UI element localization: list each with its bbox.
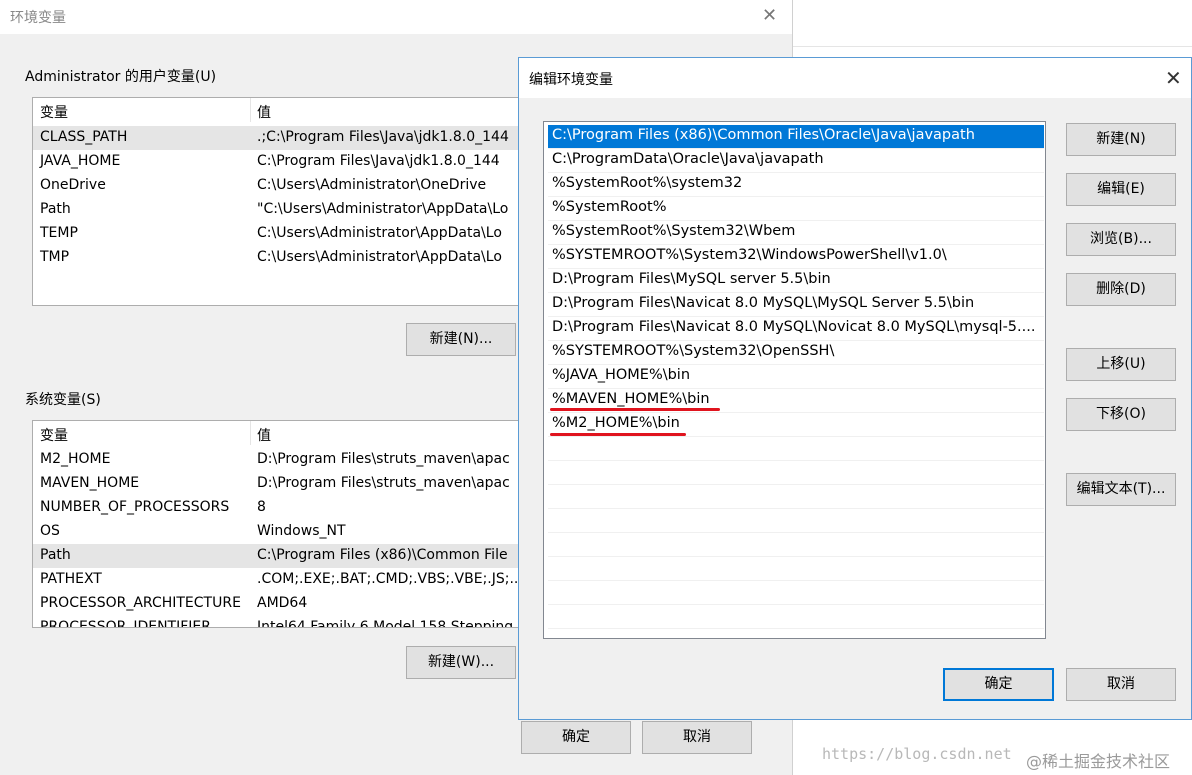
header-variable[interactable]: 变量 [40,102,68,122]
list-item[interactable] [548,437,1044,461]
table-row[interactable]: MAVEN_HOME D:\Program Files\struts_maven\… [33,472,523,496]
list-item[interactable]: D:\Program Files\MySQL server 5.5\bin [548,269,1044,293]
table-row[interactable]: JAVA_HOME C:\Program Files\Java\jdk1.8.0_… [33,150,523,174]
table-row[interactable]: NUMBER_OF_PROCESSORS 8 [33,496,523,520]
header-value[interactable]: 值 [257,425,271,445]
highlight-underline [550,408,720,411]
move-down-button[interactable]: 下移(O) [1066,398,1176,431]
list-item[interactable]: C:\Program Files (x86)\Common Files\Orac… [548,125,1044,149]
list-item[interactable]: %SystemRoot%\System32\Wbem [548,221,1044,245]
desktop-area [793,0,1192,47]
cancel-button[interactable]: 取消 [642,721,752,754]
list-item[interactable] [548,581,1044,605]
edit-dialog-title: 编辑环境变量 [529,72,613,88]
list-item[interactable] [548,557,1044,581]
env-vars-titlebar[interactable]: 环境变量 ✕ [0,0,792,34]
watermark-site: @稀土掘金技术社区 [1026,752,1171,771]
sys-vars-list[interactable]: 变量 值 M2_HOME D:\Program Files\struts_mave… [32,420,524,628]
table-row[interactable]: PATHEXT .COM;.EXE;.BAT;.CMD;.VBS;.VBE;.JS… [33,568,523,592]
edit-text-button[interactable]: 编辑文本(T)... [1066,473,1176,506]
list-header: 变量 值 [33,98,523,122]
list-item[interactable]: %SystemRoot% [548,197,1044,221]
table-row[interactable]: Path "C:\Users\Administrator\AppData\Lo [33,198,523,222]
edit-button[interactable]: 编辑(E) [1066,173,1176,206]
browse-button[interactable]: 浏览(B)... [1066,223,1176,256]
move-up-button[interactable]: 上移(U) [1066,348,1176,381]
ok-button[interactable]: 确定 [521,721,631,754]
close-icon[interactable]: ✕ [762,5,777,26]
ok-button[interactable]: 确定 [943,668,1054,701]
table-row[interactable]: PROCESSOR_IDENTIFIER Intel64 Family 6 Mod… [33,616,523,627]
delete-button[interactable]: 删除(D) [1066,273,1176,306]
cancel-button[interactable]: 取消 [1066,668,1176,701]
table-row[interactable]: TEMP C:\Users\Administrator\AppData\Lo [33,222,523,246]
path-list[interactable]: C:\Program Files (x86)\Common Files\Orac… [543,121,1046,639]
header-value[interactable]: 值 [257,102,271,122]
sys-vars-label: 系统变量(S) [25,392,101,408]
list-item[interactable]: %SystemRoot%\system32 [548,173,1044,197]
table-row[interactable]: Path C:\Program Files (x86)\Common File [33,544,523,568]
user-new-button[interactable]: 新建(N)... [406,323,516,356]
table-row[interactable]: CLASS_PATH .;C:\Program Files\Java\jdk1.8… [33,126,523,150]
list-header: 变量 值 [33,421,523,445]
sys-new-button[interactable]: 新建(W)... [406,646,516,679]
list-item[interactable] [548,485,1044,509]
list-item[interactable]: C:\ProgramData\Oracle\Java\javapath [548,149,1044,173]
user-vars-label: Administrator 的用户变量(U) [25,69,217,85]
list-item[interactable]: D:\Program Files\Navicat 8.0 MySQL\MySQL… [548,293,1044,317]
list-item[interactable] [548,533,1044,557]
list-item[interactable]: %JAVA_HOME%\bin [548,365,1044,389]
table-row[interactable]: M2_HOME D:\Program Files\struts_maven\apa… [33,448,523,472]
watermark-url: https://blog.csdn.net [822,745,1012,763]
user-vars-list[interactable]: 变量 值 CLASS_PATH .;C:\Program Files\Java\j… [32,97,524,306]
list-item[interactable]: %SYSTEMROOT%\System32\WindowsPowerShell\… [548,245,1044,269]
list-item[interactable]: %SYSTEMROOT%\System32\OpenSSH\ [548,341,1044,365]
table-row[interactable]: OS Windows_NT [33,520,523,544]
list-item[interactable]: D:\Program Files\Navicat 8.0 MySQL\Novic… [548,317,1044,341]
list-item[interactable] [548,605,1044,629]
table-row[interactable]: OneDrive C:\Users\Administrator\OneDrive [33,174,523,198]
highlight-underline [550,433,686,436]
new-button[interactable]: 新建(N) [1066,123,1176,156]
table-row[interactable]: TMP C:\Users\Administrator\AppData\Lo [33,246,523,270]
edit-env-var-dialog: 编辑环境变量 ✕ C:\Program Files (x86)\Common F… [518,57,1192,720]
list-item[interactable] [548,461,1044,485]
env-vars-title: 环境变量 [10,10,66,26]
edit-titlebar[interactable]: 编辑环境变量 ✕ [519,58,1191,98]
list-item[interactable] [548,509,1044,533]
close-icon[interactable]: ✕ [1165,66,1182,90]
header-variable[interactable]: 变量 [40,425,68,445]
table-row[interactable]: PROCESSOR_ARCHITECTURE AMD64 [33,592,523,616]
